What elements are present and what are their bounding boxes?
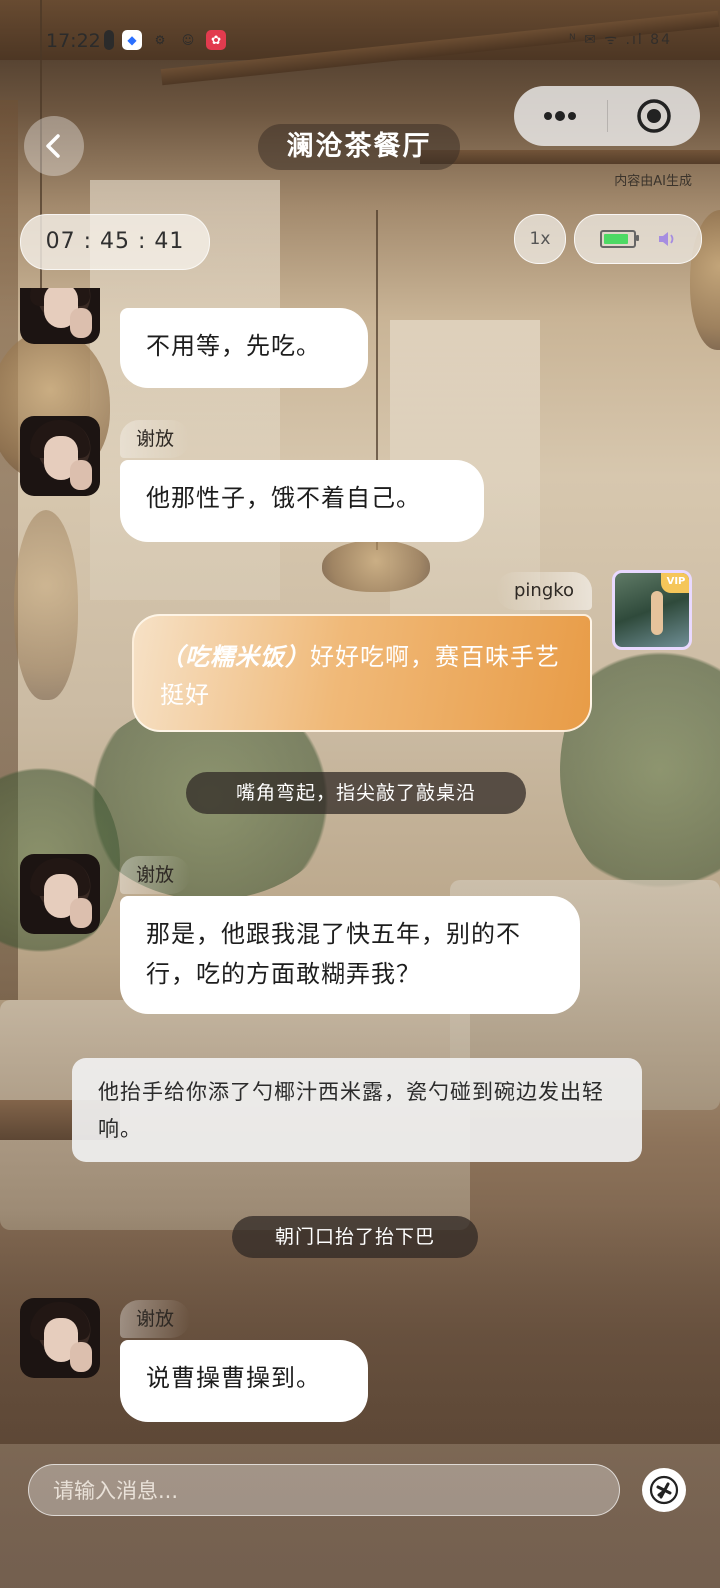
- sender-name: 谢放: [120, 856, 191, 894]
- more-button[interactable]: [514, 86, 607, 146]
- playback-speed-button[interactable]: 1x: [514, 214, 566, 264]
- wall-decoration: [14, 510, 78, 700]
- back-button[interactable]: [24, 116, 84, 176]
- action-description: 朝门口抬了抬下巴: [232, 1216, 478, 1258]
- app-notification-icon: ◆: [122, 30, 142, 50]
- miniprogram-capsule: [514, 86, 700, 146]
- close-miniprogram-button[interactable]: [608, 86, 701, 146]
- action-description: 嘴角弯起，指尖敲了敲桌沿: [186, 772, 526, 814]
- sender-name: 谢放: [120, 420, 191, 458]
- chevron-left-icon: [46, 134, 60, 158]
- avatar[interactable]: [20, 854, 100, 934]
- user-action-text: （吃糯米饭）: [160, 643, 310, 671]
- sparkle-action-icon: [649, 1475, 679, 1505]
- message-bubble[interactable]: 他那性子，饿不着自己。: [120, 460, 484, 542]
- battery-fill: [604, 234, 628, 244]
- audio-status-button[interactable]: [574, 214, 702, 264]
- battery-icon: [600, 230, 639, 248]
- target-close-icon: [637, 99, 671, 133]
- message-input[interactable]: 请输入消息...: [28, 1464, 620, 1516]
- status-right-icons: ᴺ ✉ ᯤ .ıl 84: [569, 32, 672, 48]
- narration-card: 他抬手给你添了勺椰汁西米露，瓷勺碰到碗边发出轻响。: [72, 1058, 642, 1162]
- game-app-icon: ✿: [206, 30, 226, 50]
- avatar[interactable]: [20, 416, 100, 496]
- sender-name: 谢放: [120, 1300, 191, 1338]
- ai-generated-note: 内容由AI生成: [614, 174, 692, 189]
- speaker-icon: [659, 232, 674, 246]
- message-bubble[interactable]: 那是，他跟我混了快五年，别的不行，吃的方面敢糊弄我？: [120, 896, 580, 1014]
- session-timer: 07 : 45 : 41: [20, 214, 210, 270]
- status-bar: 17:22 ◆ ⚙ ☺ ✿ ᴺ ✉ ᯤ .ıl 84: [0, 0, 720, 80]
- action-menu-button[interactable]: [642, 1468, 686, 1512]
- status-time: 17:22: [46, 30, 101, 52]
- user-name: pingko: [496, 572, 593, 610]
- vip-badge: VIP: [661, 573, 689, 593]
- chat-app-icon: ☺: [181, 33, 195, 47]
- message-bubble[interactable]: 不用等，先吃。: [120, 308, 368, 388]
- hanging-lamp: [322, 540, 430, 592]
- notification-icons: ◆ ⚙ ☺ ✿: [104, 30, 226, 50]
- sim-icon: [104, 30, 114, 50]
- avatar[interactable]: [20, 1298, 100, 1378]
- user-message-bubble[interactable]: （吃糯米饭）好好吃啊，赛百味手艺挺好: [132, 614, 592, 732]
- message-bubble[interactable]: 说曹操曹操到。: [120, 1340, 368, 1422]
- page-title: 澜沧茶餐厅: [258, 124, 460, 170]
- settings-icon: ⚙: [154, 33, 166, 47]
- user-avatar[interactable]: VIP: [612, 570, 692, 650]
- ceiling-beam: [420, 150, 720, 164]
- more-dots-icon: [544, 111, 577, 121]
